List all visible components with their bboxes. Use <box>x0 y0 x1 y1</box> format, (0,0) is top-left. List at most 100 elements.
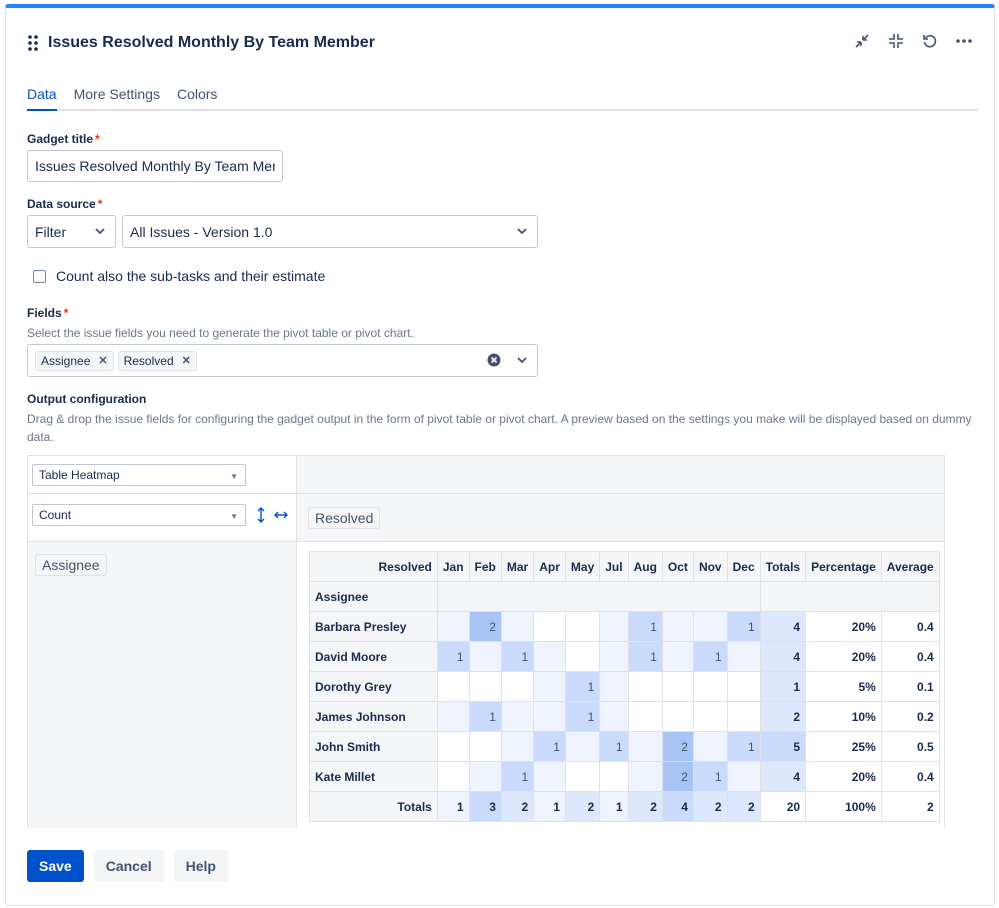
heatmap-cell <box>437 762 469 792</box>
horizontal-arrows-icon[interactable] <box>274 510 288 520</box>
pivot-preview: Resolved Jan Feb Mar Apr May Jul Aug Oct… <box>296 542 944 828</box>
measure-select[interactable]: Count ▼ <box>32 504 246 526</box>
refresh-button[interactable] <box>920 30 940 52</box>
field-tag-label: Assignee <box>41 354 90 368</box>
heatmap-cell: 1 <box>727 612 760 642</box>
tab-colors[interactable]: Colors <box>177 84 217 111</box>
row-total: 1 <box>760 672 805 702</box>
heatmap-cell: 1 <box>501 762 533 792</box>
chevron-down-icon[interactable] <box>517 357 527 364</box>
column-drop-zone[interactable]: Resolved <box>296 494 944 542</box>
heatmap-cell <box>628 762 662 792</box>
heatmap-cell <box>534 762 566 792</box>
column-total: 2 <box>501 792 533 822</box>
gadget-title-input[interactable] <box>27 150 283 182</box>
minimize-button[interactable] <box>886 30 906 52</box>
cancel-button[interactable]: Cancel <box>94 850 164 882</box>
table-row: Kate Millet121420%0.4 <box>310 762 940 792</box>
heatmap-cell: 1 <box>437 642 469 672</box>
heatmap-cell <box>693 732 727 762</box>
month-header: Aug <box>628 552 662 582</box>
heatmap-cell: 2 <box>662 762 693 792</box>
heatmap-cell <box>600 672 628 702</box>
column-total: 2 <box>628 792 662 822</box>
heatmap-cell <box>662 612 693 642</box>
heatmap-cell <box>628 672 662 702</box>
row-total: 4 <box>760 762 805 792</box>
row-total: 2 <box>760 702 805 732</box>
row-average: 0.4 <box>881 642 939 672</box>
column-total: 4 <box>662 792 693 822</box>
row-average: 0.4 <box>881 612 939 642</box>
subtasks-checkbox-row[interactable]: Count also the sub-tasks and their estim… <box>33 268 325 284</box>
output-config-hint: Drag & drop the issue fields for configu… <box>27 410 972 446</box>
filter-drop-zone[interactable] <box>296 456 944 494</box>
caret-down-icon: ▼ <box>230 472 238 481</box>
heatmap-cell <box>600 702 628 732</box>
view-type-select[interactable]: Table Heatmap ▼ <box>32 464 246 486</box>
required-mark: * <box>64 306 69 320</box>
subtasks-checkbox[interactable] <box>33 270 46 283</box>
heatmap-cell: 1 <box>693 642 727 672</box>
table-row: John Smith1121525%0.5 <box>310 732 940 762</box>
more-button[interactable] <box>954 30 974 52</box>
heatmap-cell <box>534 642 566 672</box>
field-tag-resolved: Resolved✕ <box>118 351 197 371</box>
corner-row-label: Assignee <box>310 582 438 612</box>
header-actions <box>852 30 974 52</box>
month-header: May <box>565 552 599 582</box>
collapse-icon <box>854 33 870 49</box>
heatmap-cell <box>501 672 533 702</box>
row-field-chip[interactable]: Assignee <box>35 554 107 576</box>
drag-handle-icon[interactable] <box>26 34 40 52</box>
month-header: Jan <box>437 552 469 582</box>
chevron-down-icon <box>95 228 105 235</box>
month-header: Dec <box>727 552 760 582</box>
row-percentage: 10% <box>806 702 882 732</box>
row-percentage: 20% <box>806 642 882 672</box>
remove-tag-icon[interactable]: ✕ <box>98 354 107 367</box>
column-field-chip[interactable]: Resolved <box>308 507 380 529</box>
settings-tabs: Data More Settings Colors <box>27 84 978 111</box>
fields-multiselect[interactable]: Assignee ✕ Resolved✕ <box>27 344 538 377</box>
heatmap-cell: 1 <box>600 732 628 762</box>
row-average: 0.2 <box>881 702 939 732</box>
heatmap-cell <box>727 762 760 792</box>
heatmap-cell <box>534 672 566 702</box>
heatmap-cell <box>501 702 533 732</box>
collapse-button[interactable] <box>852 30 872 52</box>
heatmap-cell <box>437 672 469 702</box>
heatmap-cell <box>727 642 760 672</box>
data-source-type-select[interactable]: Filter <box>27 215 116 248</box>
grand-total: 20 <box>760 792 805 822</box>
data-source-select[interactable]: All Issues - Version 1.0 <box>122 215 538 248</box>
heatmap-cell <box>469 672 501 702</box>
assignee-name: John Smith <box>310 732 438 762</box>
heatmap-cell <box>437 702 469 732</box>
heatmap-cell <box>565 732 599 762</box>
gadget-title-label: Gadget title* <box>27 132 100 146</box>
heatmap-cell <box>662 702 693 732</box>
remove-tag-icon[interactable]: ✕ <box>182 354 191 367</box>
measure-zone: Count ▼ <box>28 494 296 542</box>
help-button[interactable]: Help <box>174 850 228 882</box>
table-row: James Johnson11210%0.2 <box>310 702 940 732</box>
tab-data[interactable]: Data <box>27 84 57 111</box>
minimize-icon <box>888 33 904 49</box>
heatmap-cell: 1 <box>501 642 533 672</box>
heatmap-cell: 2 <box>662 732 693 762</box>
vertical-arrows-icon[interactable] <box>256 507 266 523</box>
tab-more-settings[interactable]: More Settings <box>74 84 160 111</box>
row-drop-zone[interactable]: Assignee <box>28 542 296 828</box>
heatmap-cell: 1 <box>628 612 662 642</box>
column-total: 2 <box>727 792 760 822</box>
heatmap-cell <box>501 732 533 762</box>
heatmap-cell <box>565 762 599 792</box>
save-button[interactable]: Save <box>27 850 84 882</box>
heatmap-cell: 1 <box>727 732 760 762</box>
subtasks-label: Count also the sub-tasks and their estim… <box>56 268 325 284</box>
clear-icon[interactable] <box>487 353 501 367</box>
corner-blank <box>310 552 374 582</box>
fields-label-text: Fields <box>27 306 62 320</box>
heatmap-cell <box>501 612 533 642</box>
